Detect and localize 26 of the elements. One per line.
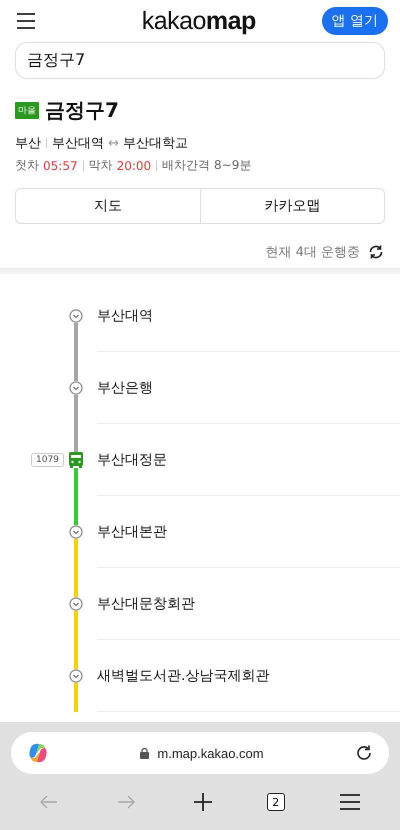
url-text: m.map.kakao.com <box>157 746 264 760</box>
stop-name[interactable]: 부산대역 <box>97 306 153 324</box>
two-way-arrow: ↔ <box>108 136 119 150</box>
logo: kakaomap <box>142 6 256 36</box>
interval-text: 배차간격 8~9분 <box>162 157 252 174</box>
stop-name[interactable]: 새벽벌도서관.상남국제회관 <box>97 666 270 684</box>
bus-number-tag: 1079 <box>31 453 64 467</box>
route-type-tag: 마을 <box>15 102 39 119</box>
open-app-button[interactable]: 앱 열기 <box>322 7 388 35</box>
last-bus-time: 20:00 <box>116 158 152 172</box>
origin-label: 부산대역 <box>52 135 104 152</box>
stop-name[interactable]: 부산은행 <box>97 378 153 396</box>
address-bar[interactable]: m.map.kakao.com <box>11 732 389 774</box>
view-tab[interactable]: 카카오맵 <box>200 189 384 223</box>
search-field[interactable]: 금정구7 <box>15 42 385 79</box>
destination-label: 부산대학교 <box>122 135 188 152</box>
stop-name[interactable]: 부산대문창회관 <box>97 594 195 612</box>
route-title: 금정구7 <box>45 97 119 124</box>
status-text: 현재 4대 운행중 <box>265 244 360 261</box>
first-bus-label: 첫차 <box>15 157 39 174</box>
stop-name[interactable]: 부산대정문 <box>97 450 167 468</box>
last-bus-label: 막차 <box>88 157 113 174</box>
region-label: 부산 <box>15 135 41 152</box>
first-bus-time: 05:57 <box>43 158 78 172</box>
stop-name[interactable]: 부산대본관 <box>97 522 167 540</box>
tab-count-button[interactable]: 2 <box>266 793 285 811</box>
